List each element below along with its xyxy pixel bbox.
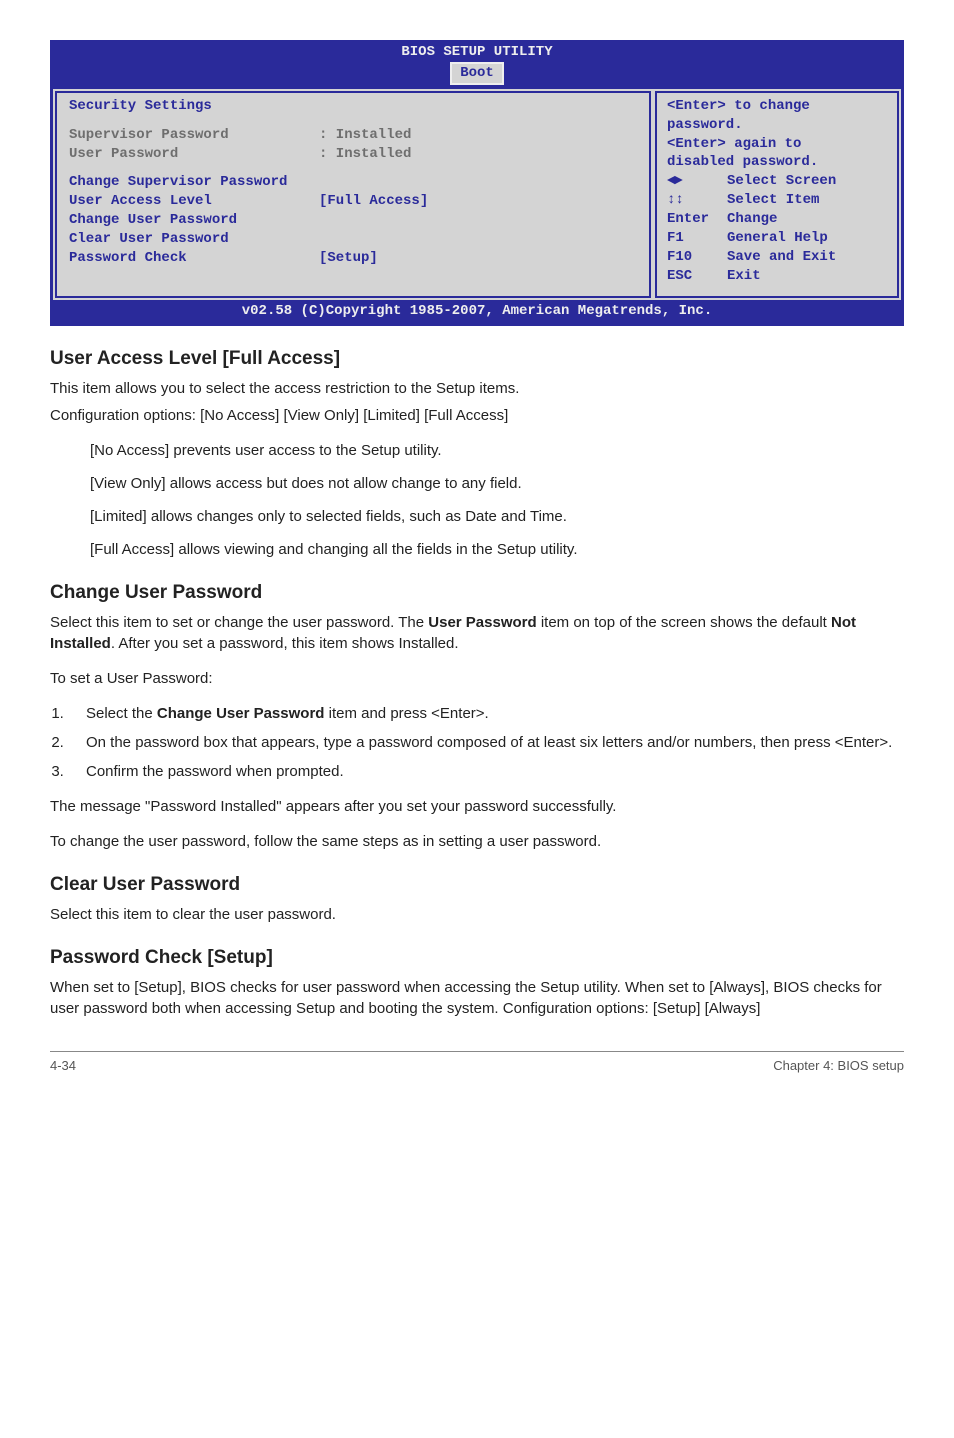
item-change-supervisor[interactable]: Change Supervisor Password	[69, 173, 637, 192]
item-password-check[interactable]: Password Check [Setup]	[69, 249, 637, 268]
p-clear-user: Select this item to clear the user passw…	[50, 904, 904, 925]
row-user-password: User Password : Installed	[69, 145, 637, 164]
steps-list: Select the Change User Password item and…	[50, 703, 904, 782]
help-line1: <Enter> to change	[667, 97, 887, 116]
section-heading: Security Settings	[69, 97, 637, 116]
chapter-label: Chapter 4: BIOS setup	[773, 1058, 904, 1073]
nav-exit: Exit	[727, 267, 761, 286]
p-user-access-1: This item allows you to select the acces…	[50, 378, 904, 399]
t: item on top of the screen shows the defa…	[537, 614, 831, 631]
nav-save-exit: Save and Exit	[727, 248, 836, 267]
page-footer: 4-34 Chapter 4: BIOS setup	[50, 1051, 904, 1073]
heading-clear-user-password: Clear User Password	[50, 874, 904, 896]
label-user-access-level: User Access Level	[69, 192, 319, 211]
item-clear-user[interactable]: Clear User Password	[69, 230, 637, 249]
arrows-left-right-icon: ◄►	[667, 172, 727, 191]
value-user: : Installed	[319, 145, 411, 164]
help-line3: <Enter> again to	[667, 135, 887, 154]
step-1: Select the Change User Password item and…	[68, 703, 904, 724]
options-list: [No Access] prevents user access to the …	[50, 440, 904, 560]
bold-user-password: User Password	[428, 614, 536, 631]
nav-select-item: Select Item	[727, 191, 819, 210]
key-esc: ESC	[667, 267, 727, 286]
p-change-follow: To change the user password, follow the …	[50, 831, 904, 852]
value-user-access-level: [Full Access]	[319, 192, 428, 211]
bios-footer: v02.58 (C)Copyright 1985-2007, American …	[53, 300, 901, 323]
help-text: <Enter> to change password. <Enter> agai…	[667, 97, 887, 173]
help-line2: password.	[667, 116, 887, 135]
label-password-check: Password Check	[69, 249, 319, 268]
help-line4: disabled password.	[667, 153, 887, 172]
opt-view-only: [View Only] allows access but does not a…	[90, 473, 904, 494]
p-change-user: Select this item to set or change the us…	[50, 612, 904, 654]
bios-tabs: Boot	[53, 62, 901, 89]
t: Select the	[86, 705, 157, 722]
t: Select this item to set or change the us…	[50, 614, 428, 631]
nav-select-screen: Select Screen	[727, 172, 836, 191]
step-2: On the password box that appears, type a…	[68, 732, 904, 753]
row-supervisor-password: Supervisor Password : Installed	[69, 126, 637, 145]
label-user: User Password	[69, 145, 319, 164]
opt-no-access: [No Access] prevents user access to the …	[90, 440, 904, 461]
p-user-access-2: Configuration options: [No Access] [View…	[50, 405, 904, 426]
p-password-check: When set to [Setup], BIOS checks for use…	[50, 977, 904, 1019]
step-3: Confirm the password when prompted.	[68, 761, 904, 782]
bios-main-pane: Security Settings Supervisor Password : …	[55, 91, 651, 298]
tab-boot[interactable]: Boot	[450, 62, 504, 85]
key-f10: F10	[667, 248, 727, 267]
arrows-up-down-icon: ↕↕	[667, 191, 727, 210]
key-f1: F1	[667, 229, 727, 248]
p-to-set: To set a User Password:	[50, 668, 904, 689]
page-number: 4-34	[50, 1058, 76, 1073]
nav-change: Change	[727, 210, 777, 229]
value-supervisor: : Installed	[319, 126, 411, 145]
opt-limited: [Limited] allows changes only to selecte…	[90, 506, 904, 527]
heading-password-check: Password Check [Setup]	[50, 947, 904, 969]
item-change-user[interactable]: Change User Password	[69, 211, 637, 230]
value-password-check: [Setup]	[319, 249, 378, 268]
bold-change-user-password: Change User Password	[157, 705, 325, 722]
nav-general-help: General Help	[727, 229, 828, 248]
label-supervisor: Supervisor Password	[69, 126, 319, 145]
bios-panel: BIOS SETUP UTILITY Boot Security Setting…	[50, 40, 904, 326]
bios-help-pane: <Enter> to change password. <Enter> agai…	[655, 91, 899, 298]
opt-full: [Full Access] allows viewing and changin…	[90, 539, 904, 560]
item-user-access-level[interactable]: User Access Level [Full Access]	[69, 192, 637, 211]
bios-title: BIOS SETUP UTILITY	[53, 43, 901, 62]
heading-change-user-password: Change User Password	[50, 582, 904, 604]
heading-user-access-level: User Access Level [Full Access]	[50, 348, 904, 370]
t: item and press <Enter>.	[324, 705, 488, 722]
p-installed-msg: The message "Password Installed" appears…	[50, 796, 904, 817]
t: . After you set a password, this item sh…	[111, 635, 459, 652]
key-enter: Enter	[667, 210, 727, 229]
nav-keys: ◄►Select Screen ↕↕Select Item EnterChang…	[667, 172, 887, 291]
